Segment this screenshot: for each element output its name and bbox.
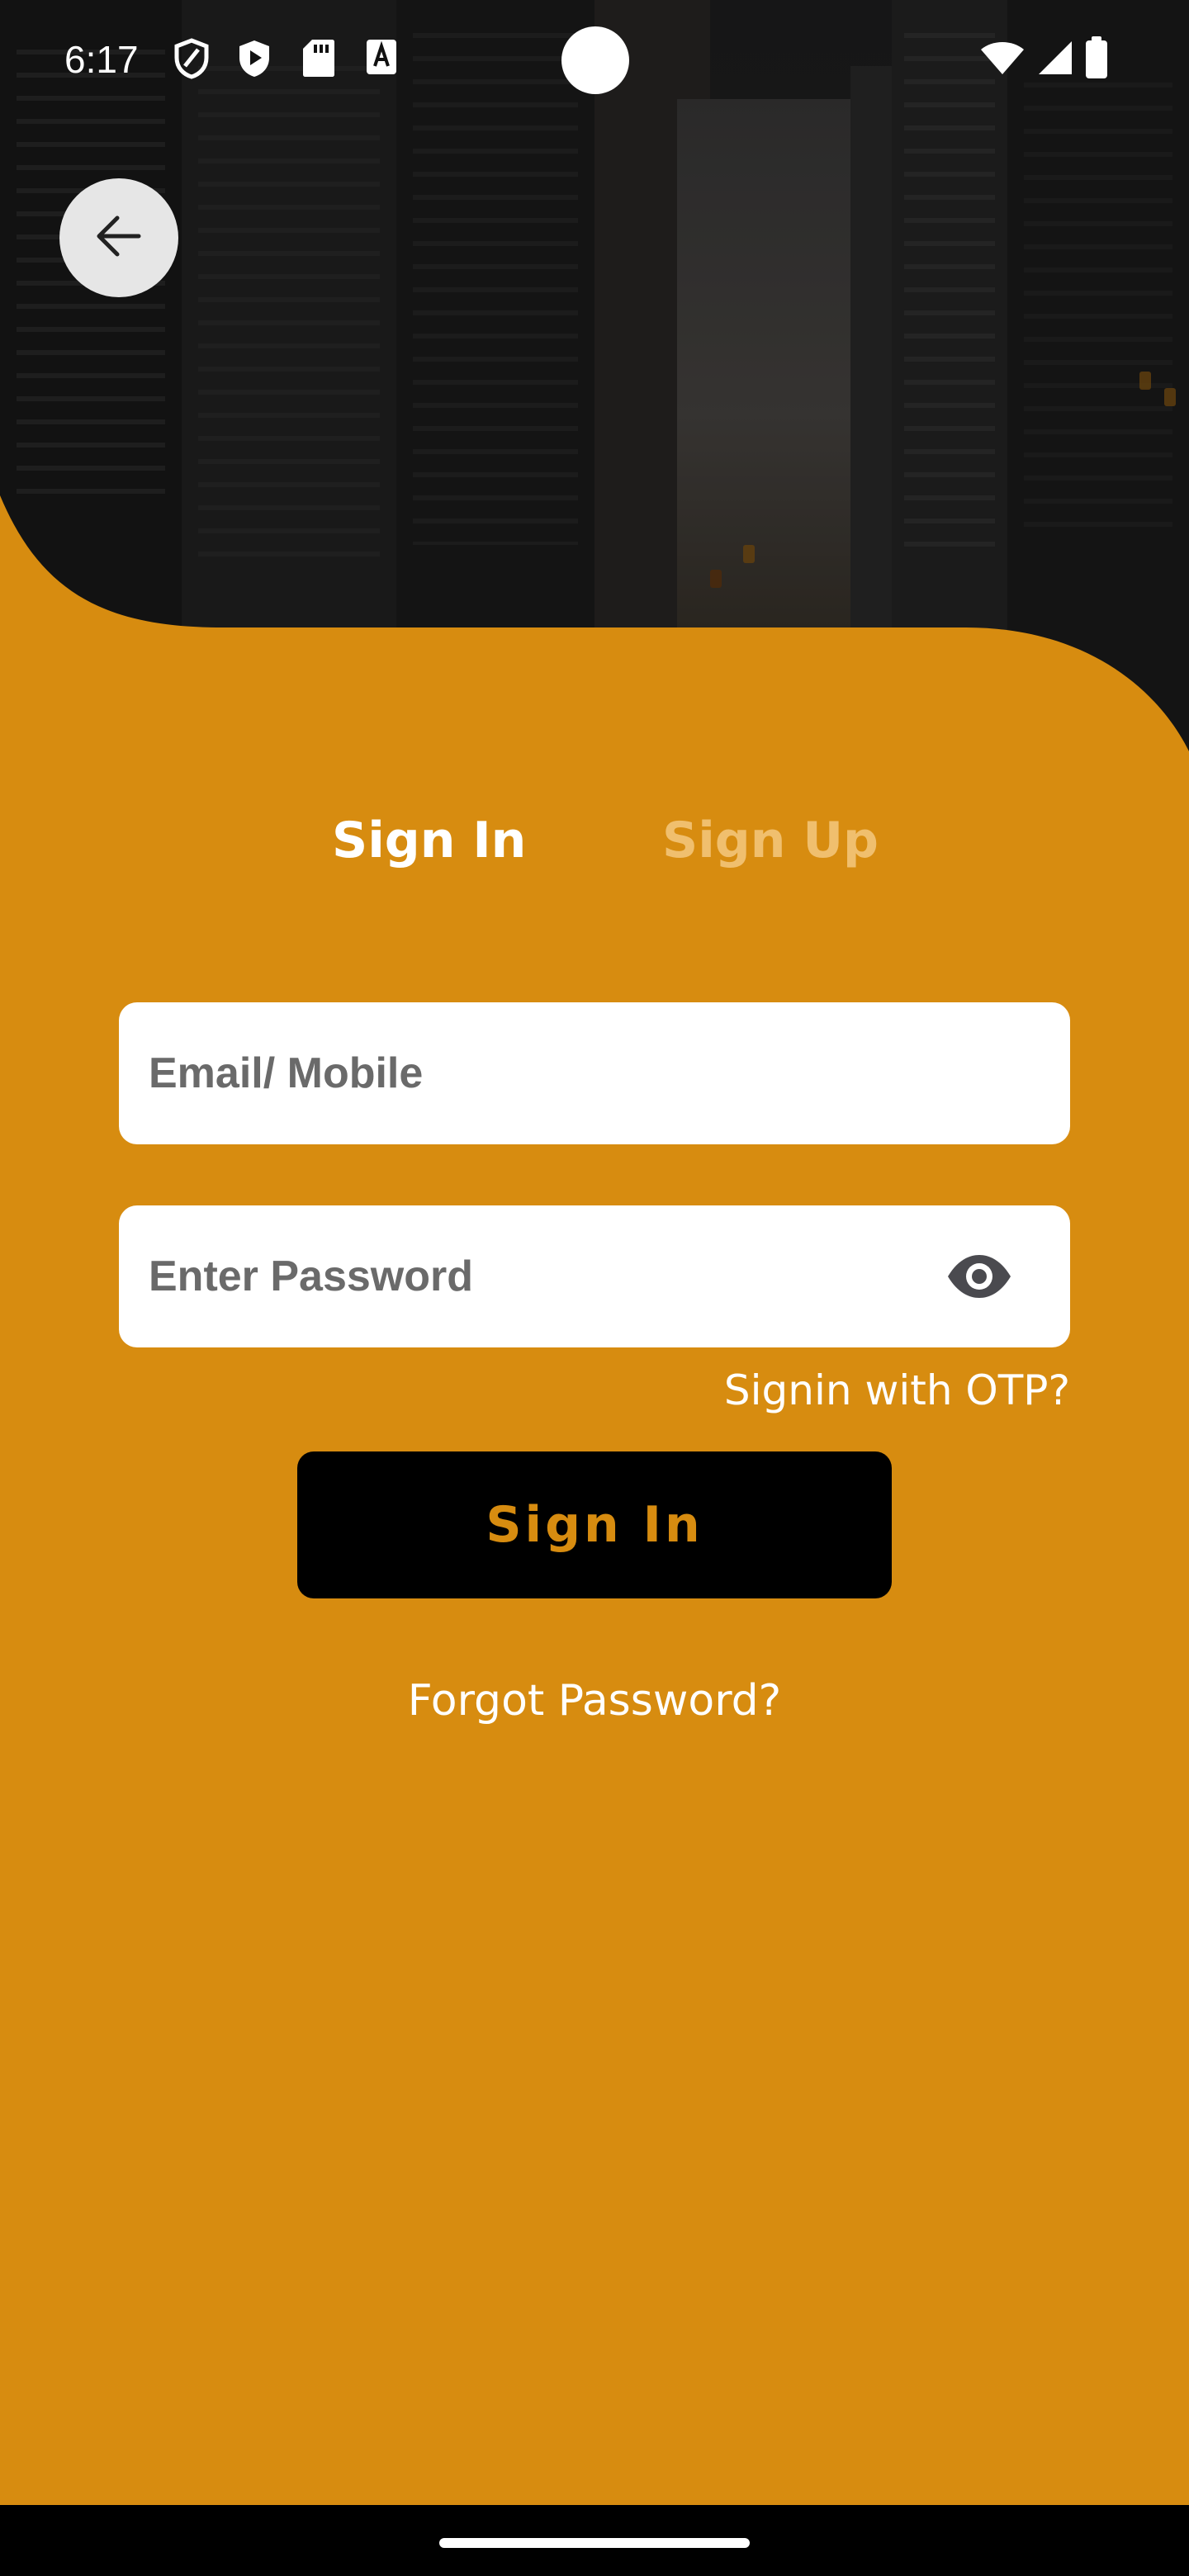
- wifi-icon: [979, 40, 1026, 80]
- email-input[interactable]: [149, 1002, 974, 1144]
- arrow-left-icon: [94, 213, 144, 263]
- tab-signup[interactable]: Sign Up: [662, 805, 879, 876]
- status-time: 6:17: [64, 38, 139, 81]
- signin-screen: 6:17 Sign In Sign Up Email/ Mobile Signi…: [0, 0, 1189, 2576]
- shield-outline-icon: [173, 38, 210, 83]
- eye-icon[interactable]: [946, 1247, 1012, 1306]
- forgot-password-link: Forgot Password?: [0, 1671, 1189, 1731]
- battery-icon: [1085, 36, 1108, 83]
- signal-icon: [1037, 40, 1073, 80]
- signin-with-otp-link[interactable]: Signin with OTP?: [724, 1361, 1070, 1420]
- camera-cutout: [561, 26, 629, 94]
- font-a-icon: [365, 38, 398, 80]
- tab-signin[interactable]: Sign In: [332, 805, 526, 876]
- password-input[interactable]: [149, 1205, 974, 1347]
- navigation-bar: [0, 2505, 1189, 2576]
- signin-button[interactable]: Sign In: [297, 1451, 892, 1598]
- back-button[interactable]: [59, 178, 178, 297]
- sd-card-icon: [302, 38, 335, 82]
- email-field[interactable]: [119, 1002, 1070, 1144]
- password-field[interactable]: [119, 1205, 1070, 1347]
- shield-play-icon: [236, 38, 272, 83]
- status-bar: 6:17: [0, 0, 1189, 119]
- forgot-password-label[interactable]: Forgot Password?: [408, 1676, 782, 1726]
- home-indicator[interactable]: [439, 2538, 750, 2548]
